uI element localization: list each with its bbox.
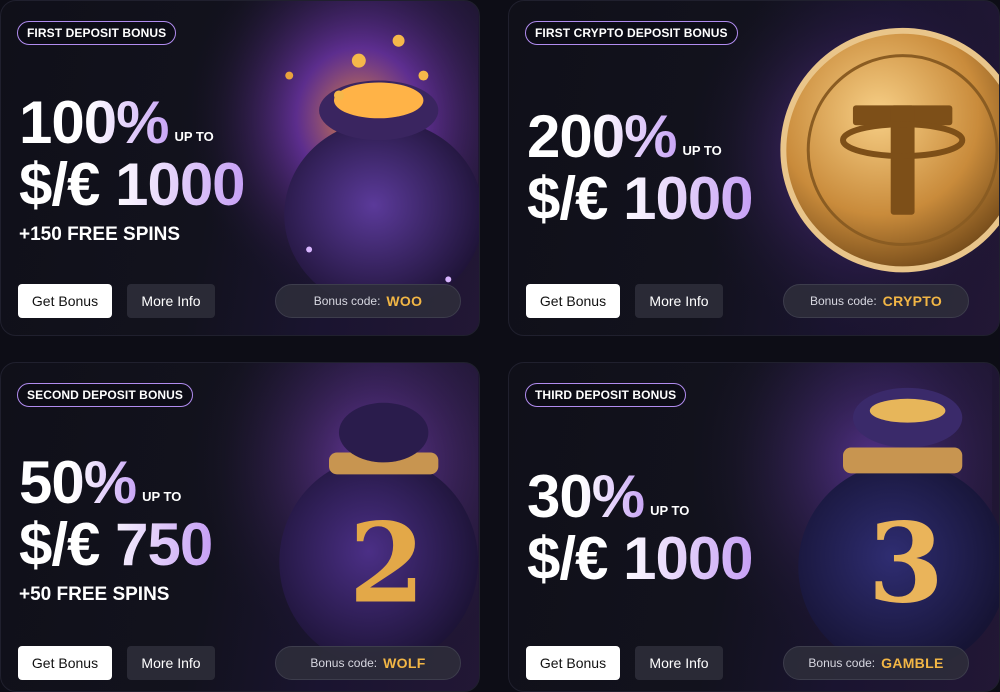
bag-number-text: 3 [868, 499, 944, 628]
up-to-label: UP TO [174, 129, 214, 144]
bonus-badge: FIRST CRYPTO DEPOSIT BONUS [525, 21, 738, 45]
up-to-label: UP TO [650, 503, 690, 518]
bonus-code-value: CRYPTO [882, 293, 943, 309]
bonus-amount: $/€ 750 [19, 511, 213, 578]
get-bonus-button[interactable]: Get Bonus [526, 284, 620, 318]
free-spins-label: +50 FREE SPINS [19, 584, 170, 605]
bonus-headline: 50% UP TO $/€ 750 +50 FREE SPINS [19, 453, 213, 605]
bonus-card-first-crypto-deposit: FIRST CRYPTO DEPOSIT BONUS 200% UP TO $/€… [508, 0, 1000, 336]
bonus-headline: 200% UP TO $/€ 1000 [527, 107, 754, 232]
bonus-percent: 50% [19, 449, 137, 516]
more-info-button[interactable]: More Info [635, 284, 723, 318]
more-info-button[interactable]: More Info [635, 646, 723, 680]
bonus-code-label: Bonus code: [808, 656, 876, 670]
bonus-amount: $/€ 1000 [527, 525, 754, 592]
bag-number-text: 2 [349, 499, 425, 628]
bonus-card-first-deposit: FIRST DEPOSIT BONUS 100% UP TO $/€ 1000 +… [0, 0, 480, 336]
bonus-card-third-deposit: 3 THIRD DEPOSIT BONUS 30% UP TO $/€ 1000 … [508, 362, 1000, 692]
get-bonus-button[interactable]: Get Bonus [18, 284, 112, 318]
bonus-code-pill[interactable]: Bonus code: WOLF [275, 646, 461, 680]
more-info-button[interactable]: More Info [127, 646, 215, 680]
bonus-code-value: WOLF [383, 655, 426, 671]
bag-number-2-icon: 2 [179, 363, 479, 691]
bonus-amount: $/€ 1000 [527, 165, 754, 232]
bonus-card-second-deposit: 2 SECOND DEPOSIT BONUS 50% UP TO $/€ 750 … [0, 362, 480, 692]
bonus-percent: 100% [19, 89, 169, 156]
more-info-button[interactable]: More Info [127, 284, 215, 318]
bonus-code-label: Bonus code: [809, 294, 877, 308]
free-spins-label: +150 FREE SPINS [19, 224, 181, 245]
bonus-code-value: WOO [386, 293, 423, 309]
get-bonus-button[interactable]: Get Bonus [18, 646, 112, 680]
bonus-headline: 100% UP TO $/€ 1000 +150 FREE SPINS [19, 93, 246, 245]
bonus-code-pill[interactable]: Bonus code: GAMBLE [783, 646, 969, 680]
bonus-code-label: Bonus code: [310, 656, 378, 670]
up-to-label: UP TO [142, 489, 182, 504]
bonus-code-pill[interactable]: Bonus code: WOO [275, 284, 461, 318]
up-to-label: UP TO [682, 143, 722, 158]
bonus-badge: SECOND DEPOSIT BONUS [17, 383, 194, 407]
bonus-badge: THIRD DEPOSIT BONUS [525, 383, 687, 407]
bonus-code-label: Bonus code: [313, 294, 381, 308]
bonus-code-value: GAMBLE [881, 655, 944, 671]
get-bonus-button[interactable]: Get Bonus [526, 646, 620, 680]
bonus-badge: FIRST DEPOSIT BONUS [17, 21, 177, 45]
bonus-headline: 30% UP TO $/€ 1000 [527, 467, 754, 592]
bonus-code-pill[interactable]: Bonus code: CRYPTO [783, 284, 969, 318]
bonus-percent: 30% [527, 463, 645, 530]
bonus-percent: 200% [527, 103, 677, 170]
bonus-amount: $/€ 1000 [19, 151, 246, 218]
